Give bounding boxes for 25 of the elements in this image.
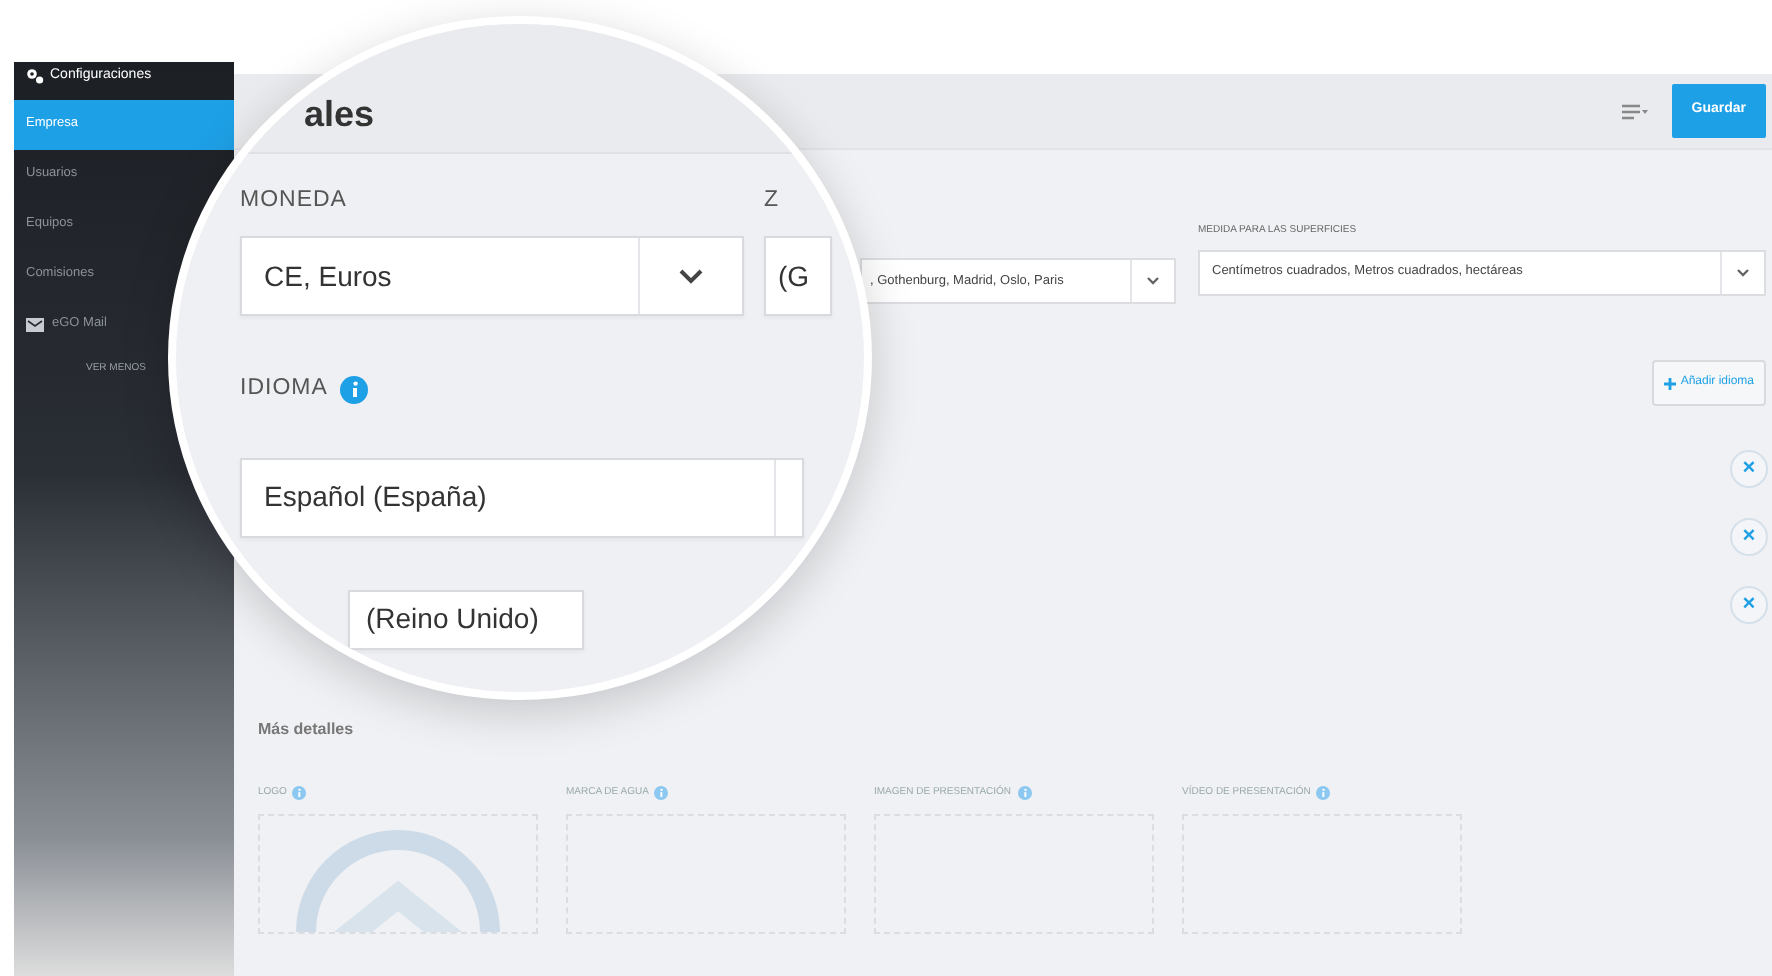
plus-icon [1664, 377, 1677, 389]
remove-button[interactable]: × [1730, 586, 1768, 624]
info-icon [654, 786, 669, 801]
zone-label: Z [764, 186, 780, 216]
info-icon [292, 786, 307, 801]
remove-button[interactable]: × [1730, 518, 1768, 556]
currency-label: MONEDA [240, 186, 349, 216]
section-title: Más detalles [258, 718, 356, 742]
remove-button[interactable]: × [1730, 450, 1768, 488]
chevron-down-icon [1736, 267, 1750, 277]
currency-select[interactable]: CE, Euros [240, 236, 744, 317]
gears-icon [26, 68, 44, 85]
language-select[interactable]: Español (España) [240, 457, 804, 537]
time-zone-select[interactable]: (G [764, 236, 832, 317]
list-menu-icon[interactable] [1621, 103, 1648, 119]
chevron-down-icon [678, 268, 704, 285]
language-label: IDIOMA [240, 374, 328, 405]
language-select[interactable]: (Reino Unido) [348, 589, 584, 649]
mail-icon [26, 317, 44, 331]
page-title: ales [304, 94, 375, 134]
info-icon [339, 375, 368, 404]
logo-upload-area[interactable] [258, 813, 538, 933]
info-icon [1316, 786, 1331, 801]
info-icon [1017, 786, 1032, 801]
chevron-down-icon [1146, 276, 1160, 286]
